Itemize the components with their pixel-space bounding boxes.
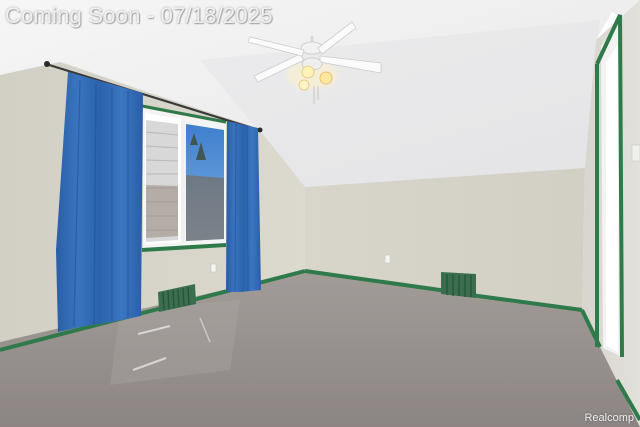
light-switch (631, 144, 640, 162)
wall-outlet (384, 254, 391, 264)
room-illustration (0, 0, 640, 427)
curtain-rod-finial (44, 61, 50, 67)
coming-soon-watermark: Coming Soon - 07/18/2025 (5, 3, 273, 28)
room-photo: Coming Soon - 07/18/2025 Realcomp (0, 0, 640, 427)
left-curtain (56, 72, 143, 332)
floor-vent-back (441, 272, 476, 298)
wall-outlet (210, 263, 217, 273)
right-curtain (226, 121, 261, 292)
realcomp-brand: Realcomp (584, 412, 634, 424)
curtain-rod-finial (257, 127, 263, 133)
window (141, 104, 227, 252)
